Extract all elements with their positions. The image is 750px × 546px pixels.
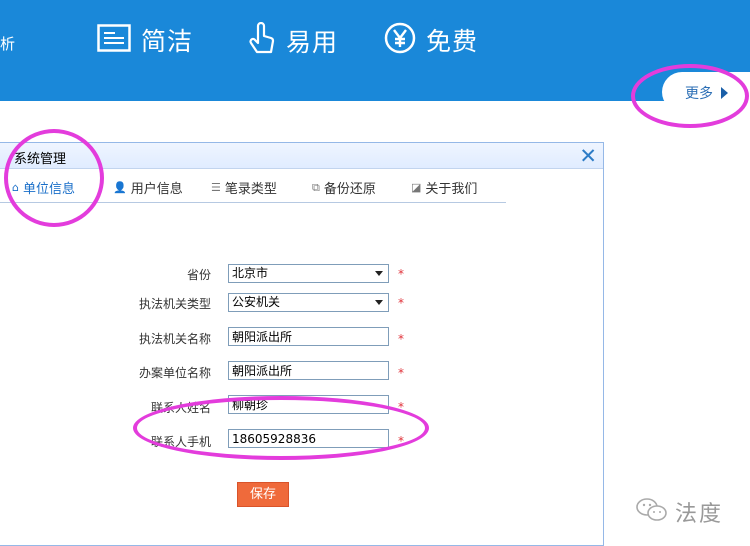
tab-label: 备份还原 [323,182,376,197]
required-mark: * [398,332,404,346]
banner-edge-text: 析 [0,35,16,53]
unit-name-label: 办案单位名称 [138,366,211,380]
agency-type-select[interactable]: 公安机关 [228,293,389,312]
tab-record-types[interactable]: ☰ 笔录类型 [211,178,277,197]
feature-easy: 易用 [248,21,339,60]
backup-icon: ⧉ [312,180,320,194]
dropdown-arrow-icon [375,300,383,305]
dropdown-arrow-icon [375,271,383,276]
tab-label: 笔录类型 [224,182,277,197]
annotation-ring-tab [4,129,104,227]
province-select[interactable]: 北京市 [228,264,389,283]
tab-backup-restore[interactable]: ⧉ 备份还原 [312,178,376,198]
province-label: 省份 [186,268,211,282]
save-button[interactable]: 保存 [237,482,289,507]
tab-user-info[interactable]: 👤 用户信息 [113,178,183,197]
watermark-text: 法度 [675,502,724,527]
required-mark: * [398,366,404,380]
agency-name-input[interactable] [228,327,389,346]
feature-label: 免费 [426,27,479,56]
tab-label: 关于我们 [425,182,478,197]
document-icon [97,24,131,56]
tab-label: 用户信息 [130,182,183,197]
agency-type-value: 公安机关 [232,295,281,309]
unit-name-input[interactable] [228,361,389,380]
annotation-ring-contact [133,396,429,460]
feature-simple: 简洁 [97,22,193,58]
yen-circle-icon [384,22,416,58]
agency-name-label: 执法机关名称 [138,332,211,346]
agency-type-label: 执法机关类型 [138,297,211,311]
tab-about-us[interactable]: ◪ 关于我们 [411,178,477,197]
list-icon: ☰ [211,181,221,194]
feature-label: 易用 [286,28,339,57]
feature-label: 简洁 [141,27,194,56]
watermark: 法度 [635,496,723,528]
close-icon[interactable]: ✕ [579,144,597,168]
required-mark: * [398,267,404,281]
required-mark: * [398,296,404,310]
province-value: 北京市 [232,266,269,280]
feature-free: 免费 [384,22,478,58]
touch-hand-icon [248,21,276,60]
annotation-ring-more [631,64,749,128]
user-icon: 👤 [113,181,127,194]
edit-icon: ◪ [411,181,422,194]
wechat-icon [635,497,669,527]
